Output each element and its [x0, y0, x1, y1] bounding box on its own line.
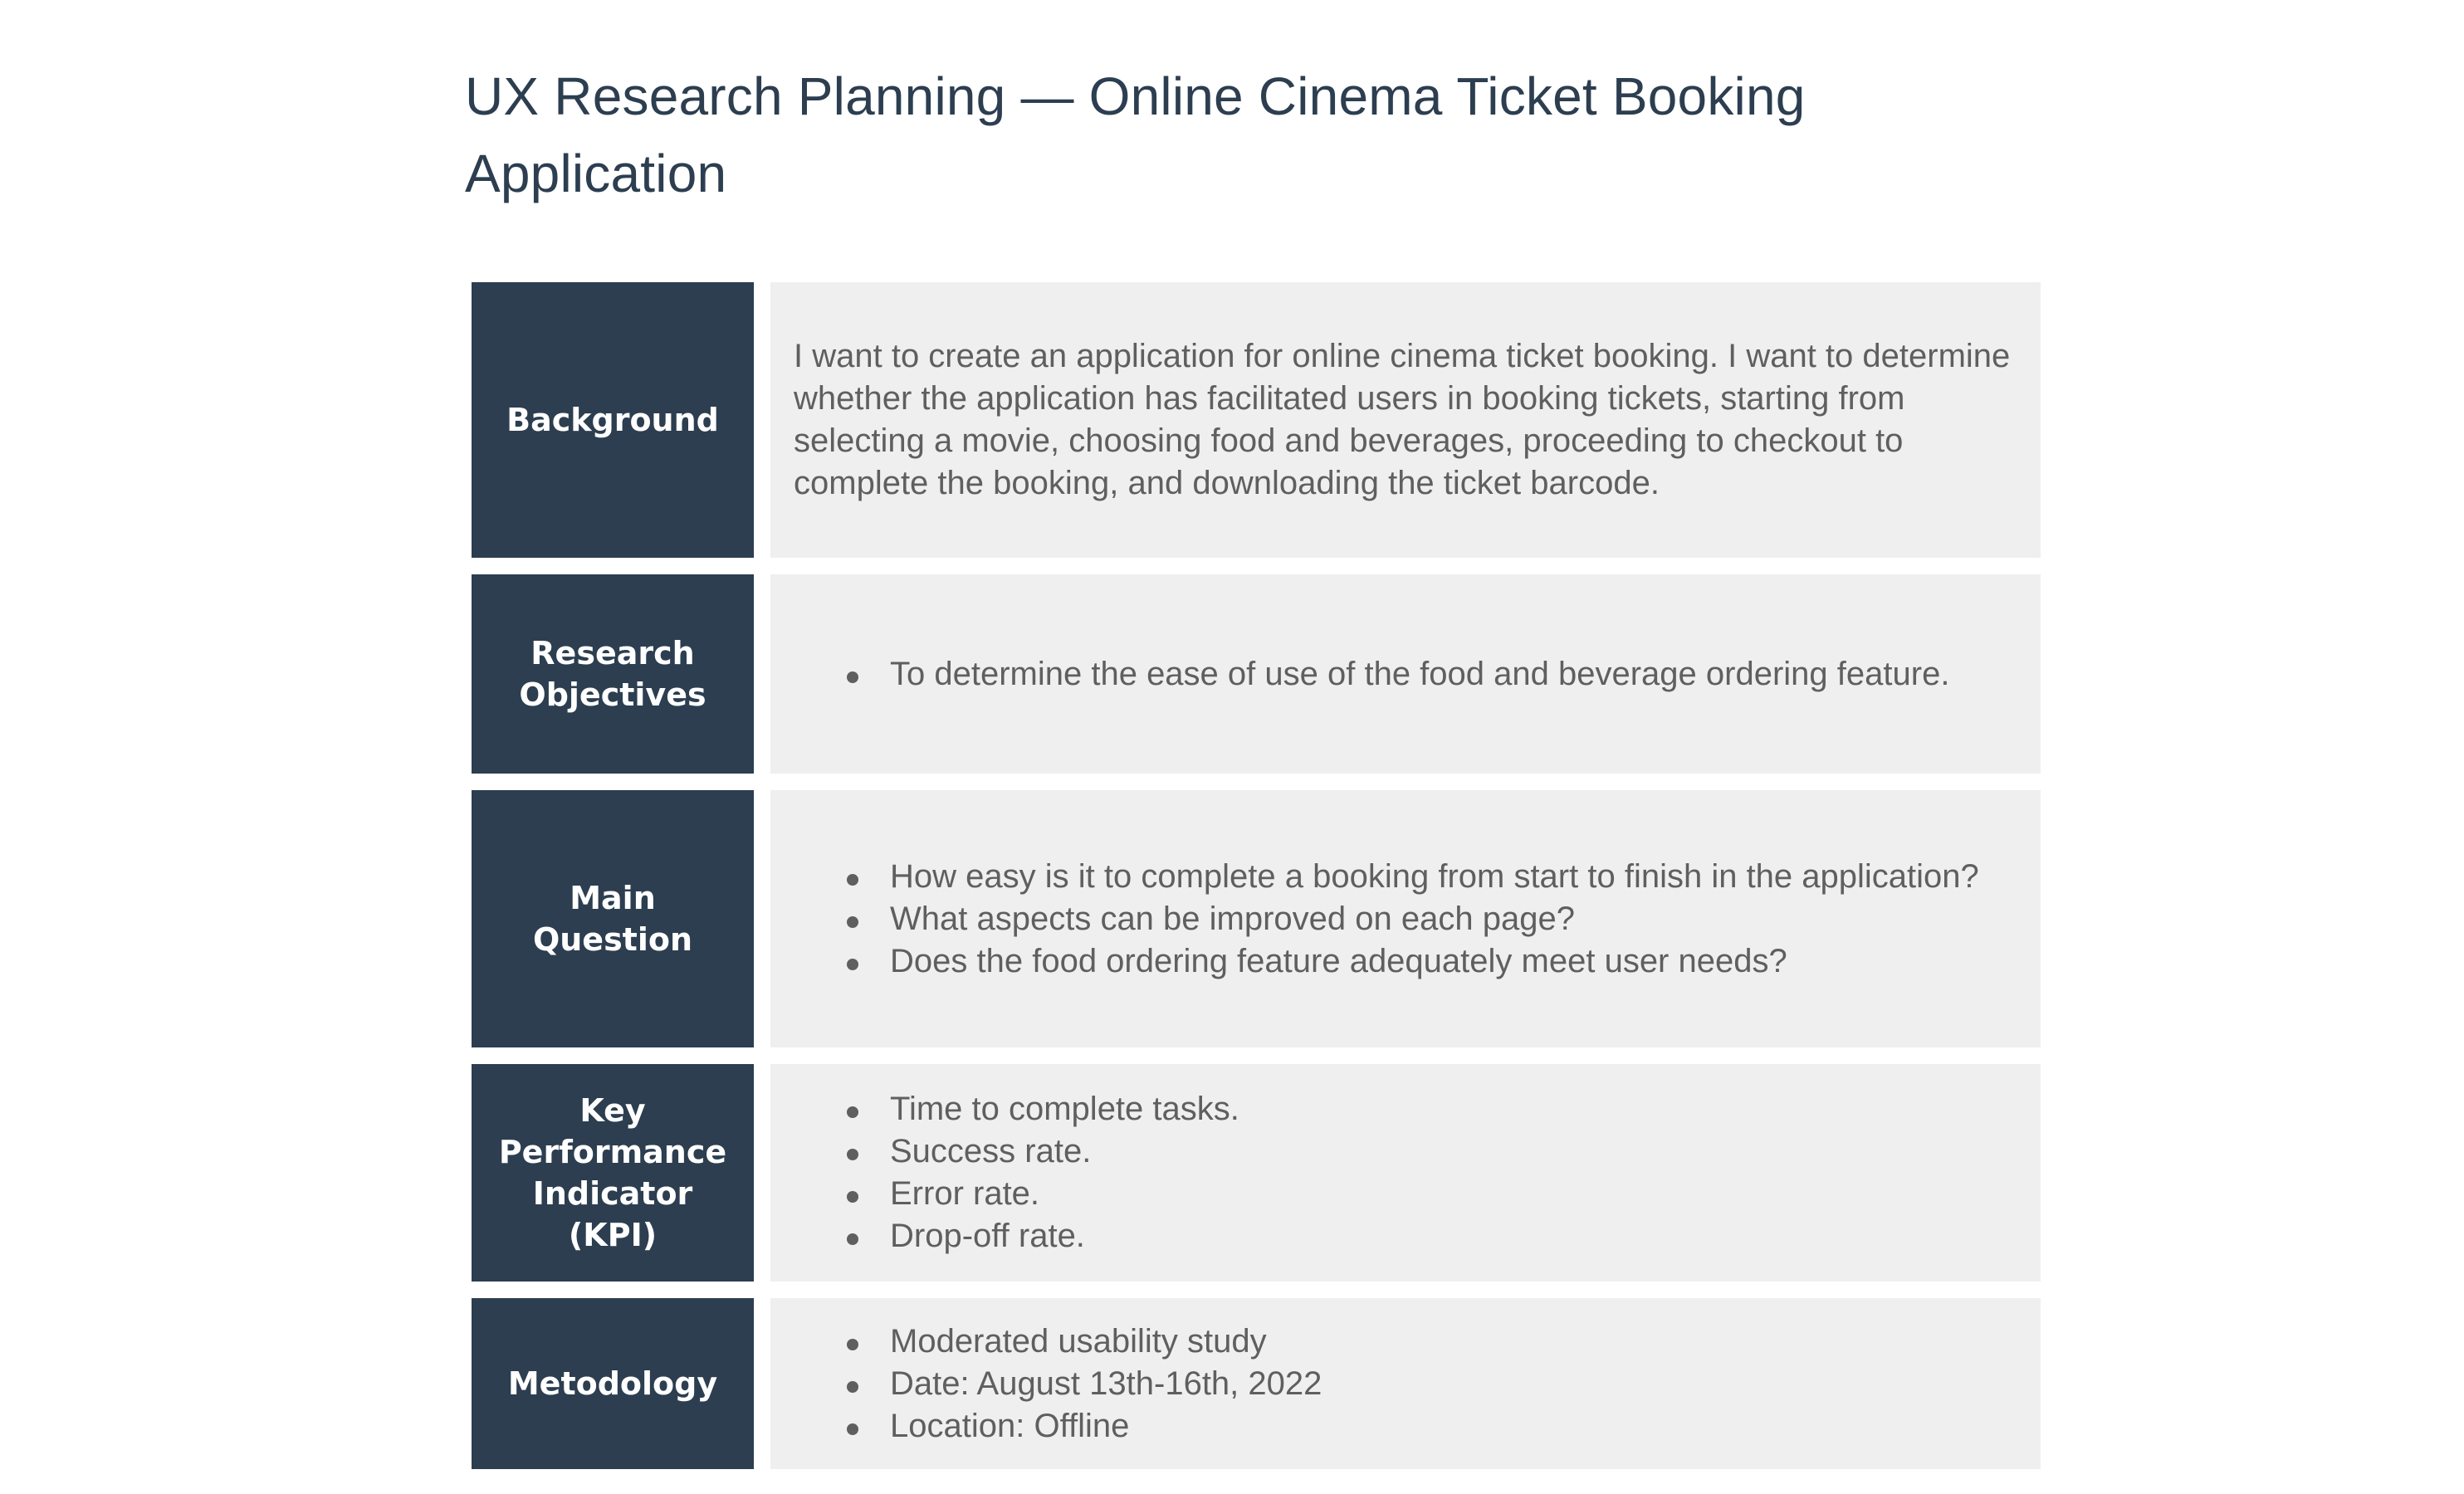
main-question-list: How easy is it to complete a booking fro… [777, 856, 1979, 983]
row-label-methodology: Metodology [472, 1298, 754, 1469]
row-label-objectives: Research Objectives [472, 574, 754, 774]
plan-row-kpi: Key Performance Indicator (KPI) Time to … [472, 1064, 2041, 1282]
row-label-background: Background [472, 282, 754, 558]
list-item: Does the food ordering feature adequatel… [835, 940, 1979, 983]
methodology-list: Moderated usability study Date: August 1… [777, 1321, 1322, 1448]
plan-row-methodology: Metodology Moderated usability study Dat… [472, 1298, 2041, 1469]
page-title: UX Research Planning — Online Cinema Tic… [465, 66, 1806, 203]
list-item: Success rate. [835, 1130, 1239, 1173]
list-item: What aspects can be improved on each pag… [835, 898, 1979, 940]
background-text: I want to create an application for onli… [794, 338, 2011, 501]
row-content-kpi: Time to complete tasks. Success rate. Er… [770, 1064, 2041, 1282]
list-item: Error rate. [835, 1173, 1239, 1215]
row-content-objectives: To determine the ease of use of the food… [770, 574, 2041, 774]
row-content-background: I want to create an application for onli… [770, 282, 2041, 558]
plan-row-background: Background I want to create an applicati… [472, 282, 2041, 558]
list-item: Time to complete tasks. [835, 1088, 1239, 1130]
row-label-kpi: Key Performance Indicator (KPI) [472, 1064, 754, 1282]
row-label-main-question: Main Question [472, 790, 754, 1047]
document: UX Research Planning — Online Cinema Tic… [465, 58, 2042, 1469]
row-content-main-question: How easy is it to complete a booking fro… [770, 790, 2041, 1047]
objectives-list: To determine the ease of use of the food… [777, 653, 1949, 696]
list-item: Moderated usability study [835, 1321, 1322, 1363]
list-item: Date: August 13th-16th, 2022 [835, 1363, 1322, 1405]
list-item: To determine the ease of use of the food… [835, 653, 1949, 696]
list-item: How easy is it to complete a booking fro… [835, 856, 1979, 898]
list-item: Location: Offline [835, 1405, 1322, 1448]
list-item: Drop-off rate. [835, 1215, 1239, 1257]
kpi-list: Time to complete tasks. Success rate. Er… [777, 1088, 1239, 1257]
plan-row-main-question: Main Question How easy is it to complete… [472, 790, 2041, 1047]
plan-row-objectives: Research Objectives To determine the eas… [472, 574, 2041, 774]
research-plan-table: Background I want to create an applicati… [472, 282, 2041, 1469]
row-content-methodology: Moderated usability study Date: August 1… [770, 1298, 2041, 1469]
